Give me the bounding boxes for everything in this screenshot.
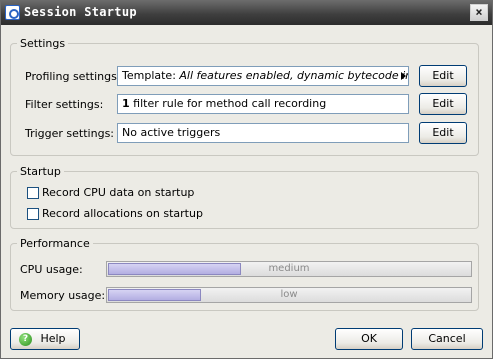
- record-allocations-label[interactable]: Record allocations on startup: [42, 207, 203, 220]
- performance-group: Performance CPU usage: medium Memory usa…: [10, 237, 479, 311]
- trigger-settings-label: Trigger settings:: [25, 127, 115, 140]
- filter-rule-count: 1: [122, 97, 130, 110]
- overflow-arrow-icon: [401, 72, 406, 80]
- help-icon: ?: [19, 333, 32, 346]
- performance-group-title: Performance: [17, 237, 93, 250]
- settings-group-title: Settings: [17, 37, 69, 50]
- filter-settings-label: Filter settings:: [25, 98, 104, 111]
- startup-group-title: Startup: [17, 165, 64, 178]
- startup-group: Startup Record CPU data on startup Recor…: [10, 165, 479, 229]
- close-button[interactable]: ×: [470, 4, 488, 21]
- profiling-template-prefix: Template:: [122, 69, 180, 82]
- edit-profiling-button[interactable]: Edit: [419, 65, 467, 87]
- title-bar[interactable]: Session Startup ×: [1, 1, 492, 25]
- record-allocations-checkbox[interactable]: [27, 208, 39, 220]
- settings-group: Settings Profiling settings: Template: A…: [10, 37, 479, 156]
- help-button-label: Help: [40, 332, 66, 345]
- cpu-usage-label: CPU usage:: [20, 263, 83, 276]
- edit-filter-button[interactable]: Edit: [419, 93, 467, 115]
- memory-usage-label: Memory usage:: [20, 289, 106, 302]
- cpu-usage-level: medium: [268, 263, 310, 274]
- help-button[interactable]: ? Help: [10, 328, 80, 350]
- ok-button[interactable]: OK: [335, 328, 403, 350]
- memory-usage-meter: low: [106, 287, 472, 303]
- profiling-template-name: All features enabled, dynamic bytecode i…: [179, 69, 408, 82]
- cpu-usage-meter: medium: [106, 261, 472, 277]
- filter-settings-field[interactable]: 1 filter rule for method call recording: [117, 94, 409, 114]
- record-cpu-label[interactable]: Record CPU data on startup: [42, 186, 194, 199]
- filter-rule-text: filter rule for method call recording: [129, 97, 327, 110]
- cancel-button[interactable]: Cancel: [411, 328, 483, 350]
- window-title: Session Startup: [24, 5, 137, 19]
- memory-usage-level: low: [280, 289, 298, 300]
- record-cpu-checkbox[interactable]: [27, 187, 39, 199]
- app-icon: [5, 5, 20, 20]
- session-startup-dialog: Session Startup × Settings Profiling set…: [0, 0, 493, 359]
- edit-trigger-button[interactable]: Edit: [419, 122, 467, 144]
- trigger-settings-field[interactable]: No active triggers: [117, 123, 409, 143]
- profiling-settings-field[interactable]: Template: All features enabled, dynamic …: [117, 66, 409, 86]
- profiling-settings-label: Profiling settings:: [25, 70, 121, 83]
